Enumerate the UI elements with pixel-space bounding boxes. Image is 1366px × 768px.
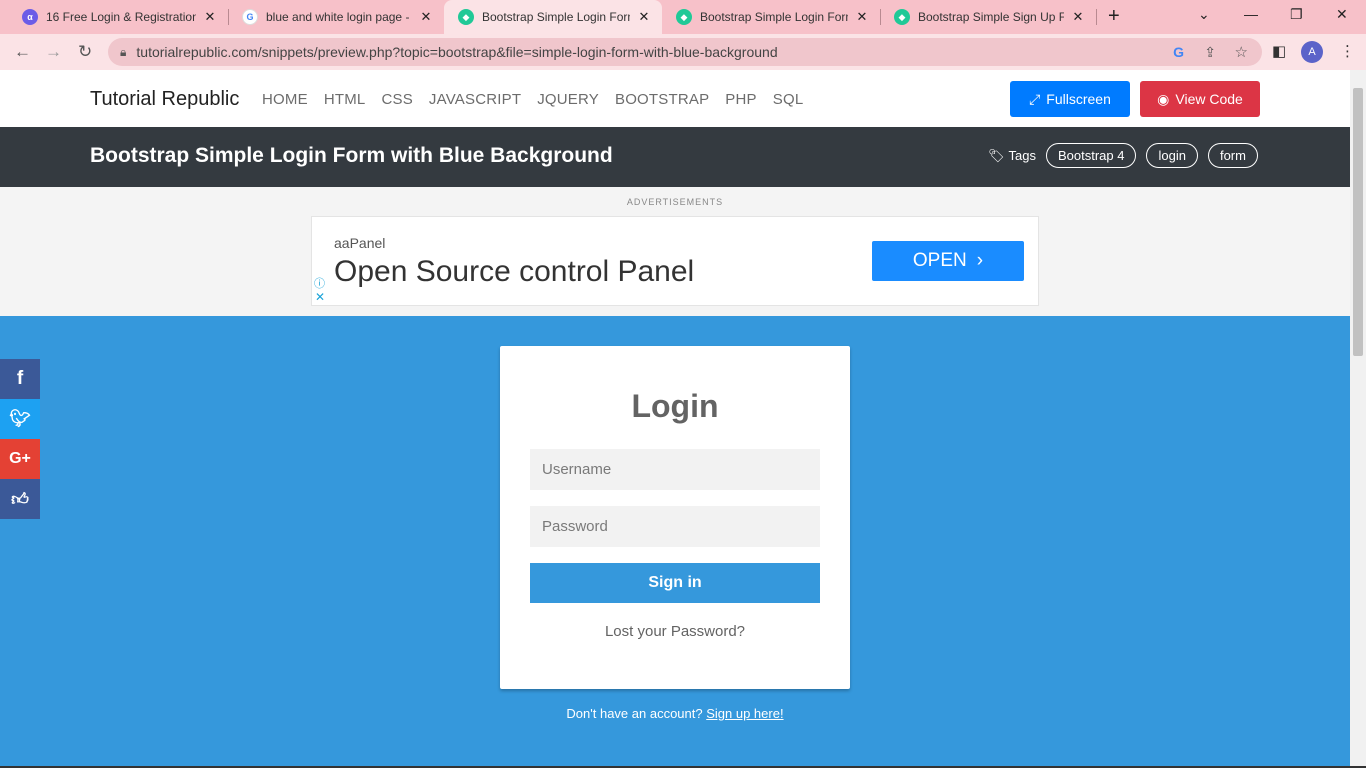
tab-title: 16 Free Login & Registration (46, 10, 196, 24)
site-menu: HOME HTML CSS JAVASCRIPT JQUERY BOOTSTRA… (262, 91, 803, 108)
login-card: Login Sign in Lost your Password? (500, 346, 850, 689)
view-code-button[interactable]: ◉ View Code (1140, 81, 1260, 117)
tutorial-republic-icon: ◆ (458, 9, 474, 25)
browser-tab-4[interactable]: ◆ Bootstrap Simple Login Form ✕ (662, 0, 880, 34)
tag-list: 🏷︎ Tags Bootstrap 4 login form (988, 143, 1258, 168)
social-share-bar: f 🐦︎ G+ 👍︎ (0, 359, 40, 519)
new-tab-plus-icon[interactable]: + (1108, 5, 1120, 28)
menu-item-jquery[interactable]: JQUERY (537, 91, 599, 108)
browser-toolbar: ← → ↻ 🔒︎ tutorialrepublic.com/snippets/p… (0, 34, 1366, 70)
avatar[interactable]: A (1301, 41, 1323, 63)
close-window-icon[interactable]: ✕ (1336, 6, 1348, 23)
lock-icon: 🔒︎ (120, 44, 127, 59)
like-thumbs-up-icon[interactable]: 👍︎ (0, 479, 40, 519)
signup-link[interactable]: Sign up here! (706, 706, 783, 721)
alpha-icon: α (22, 9, 38, 25)
ad-banner[interactable]: aaPanel Open Source control Panel ⓘ ✕ OP… (311, 216, 1039, 306)
view-code-label: View Code (1175, 91, 1243, 107)
share-icon[interactable]: ⇪ (1204, 44, 1216, 61)
site-brand[interactable]: Tutorial Republic (90, 88, 239, 111)
ad-advertiser: aaPanel (334, 235, 386, 251)
browser-tab-bar: α 16 Free Login & Registration ✕ G blue … (0, 0, 1366, 34)
menu-item-css[interactable]: CSS (381, 91, 412, 108)
no-account-text: Don't have an account? (566, 706, 703, 721)
tag-form[interactable]: form (1207, 143, 1258, 168)
bookmark-star-icon[interactable]: ☆ (1235, 43, 1248, 61)
fullscreen-label: Fullscreen (1046, 91, 1111, 107)
ad-headline: Open Source control Panel (334, 255, 695, 288)
google-lens-icon[interactable]: G (1173, 44, 1184, 60)
close-icon[interactable]: ✕ (202, 9, 218, 25)
google-plus-icon[interactable]: G+ (0, 439, 40, 479)
tag-bootstrap-4[interactable]: Bootstrap 4 (1045, 143, 1137, 168)
close-icon[interactable]: ✕ (1070, 9, 1086, 25)
ad-label: ADVERTISEMENTS (626, 197, 724, 207)
login-section: f 🐦︎ G+ 👍︎ Login Sign in Lost your Passw… (0, 316, 1350, 768)
minimize-icon[interactable]: — (1244, 6, 1258, 22)
reload-icon[interactable]: ↻ (78, 42, 92, 62)
back-arrow-icon[interactable]: ← (14, 42, 31, 62)
tab-search-chevron-icon[interactable]: ⌄ (1198, 6, 1210, 23)
lost-password-link[interactable]: Lost your Password? (500, 623, 850, 640)
advertisement-area: ADVERTISEMENTS aaPanel Open Source contr… (0, 187, 1350, 316)
scrollbar-thumb[interactable] (1353, 88, 1363, 356)
tab-title: Bootstrap Simple Login Form (482, 10, 630, 24)
menu-item-html[interactable]: HTML (324, 91, 366, 108)
twitter-icon[interactable]: 🐦︎ (0, 399, 40, 439)
ad-info-icon[interactable]: ⓘ (314, 275, 325, 291)
browser-tab-1[interactable]: α 16 Free Login & Registration ✕ (8, 0, 228, 34)
menu-item-javascript[interactable]: JAVASCRIPT (429, 91, 521, 108)
browser-tab-5[interactable]: ◆ Bootstrap Simple Sign Up Fo ✕ (880, 0, 1096, 34)
chevron-right-icon: › (976, 250, 984, 271)
menu-item-php[interactable]: PHP (725, 91, 756, 108)
tutorial-republic-icon: ◆ (894, 9, 910, 25)
kebab-menu-icon[interactable]: ⋮ (1340, 42, 1355, 60)
tag-login[interactable]: login (1146, 143, 1198, 168)
tags-label: Tags (1008, 148, 1036, 163)
tab-title: Bootstrap Simple Login Form (700, 10, 848, 24)
google-icon: G (242, 9, 258, 25)
site-navbar: Tutorial Republic HOME HTML CSS JAVASCRI… (0, 70, 1350, 127)
tutorial-republic-icon: ◆ (676, 9, 692, 25)
url-text: tutorialrepublic.com/snippets/preview.ph… (136, 44, 778, 60)
login-title: Login (631, 388, 719, 424)
tab-separator (1096, 9, 1097, 25)
forward-arrow-icon[interactable]: → (45, 42, 62, 62)
signup-prompt: Don't have an account? Sign up here! (0, 706, 1350, 721)
restore-icon[interactable]: ❐ (1290, 6, 1303, 23)
menu-item-sql[interactable]: SQL (773, 91, 804, 108)
tags-icon: 🏷︎ (988, 147, 1005, 163)
ad-open-label: OPEN (912, 250, 967, 271)
page-title-bar: Bootstrap Simple Login Form with Blue Ba… (0, 127, 1350, 187)
expand-icon: ⤢ (1029, 90, 1041, 107)
browser-tab-2[interactable]: G blue and white login page - G ✕ (228, 0, 444, 34)
side-panel-icon[interactable]: ◧ (1272, 42, 1286, 60)
sign-in-button[interactable]: Sign in (530, 563, 820, 603)
address-bar[interactable]: 🔒︎ tutorialrepublic.com/snippets/preview… (108, 38, 1262, 66)
menu-item-bootstrap[interactable]: BOOTSTRAP (615, 91, 709, 108)
password-input[interactable] (530, 506, 820, 547)
eye-icon: ◉ (1157, 90, 1170, 107)
page-scrollbar[interactable] (1350, 70, 1366, 768)
browser-tab-3-active[interactable]: ◆ Bootstrap Simple Login Form ✕ (444, 0, 662, 34)
page-title: Bootstrap Simple Login Form with Blue Ba… (90, 144, 613, 167)
page-viewport: Tutorial Republic HOME HTML CSS JAVASCRI… (0, 70, 1350, 768)
fullscreen-button[interactable]: ⤢ Fullscreen (1010, 81, 1130, 117)
facebook-icon[interactable]: f (0, 359, 40, 399)
close-icon[interactable]: ✕ (854, 9, 870, 25)
menu-item-home[interactable]: HOME (262, 91, 308, 108)
close-icon[interactable]: ✕ (418, 9, 434, 25)
username-input[interactable] (530, 449, 820, 490)
ad-open-button[interactable]: OPEN › (872, 241, 1024, 281)
ad-close-icon[interactable]: ✕ (315, 290, 325, 304)
close-icon[interactable]: ✕ (636, 9, 652, 25)
tab-title: blue and white login page - G (266, 10, 412, 24)
tab-title: Bootstrap Simple Sign Up Fo (918, 10, 1064, 24)
